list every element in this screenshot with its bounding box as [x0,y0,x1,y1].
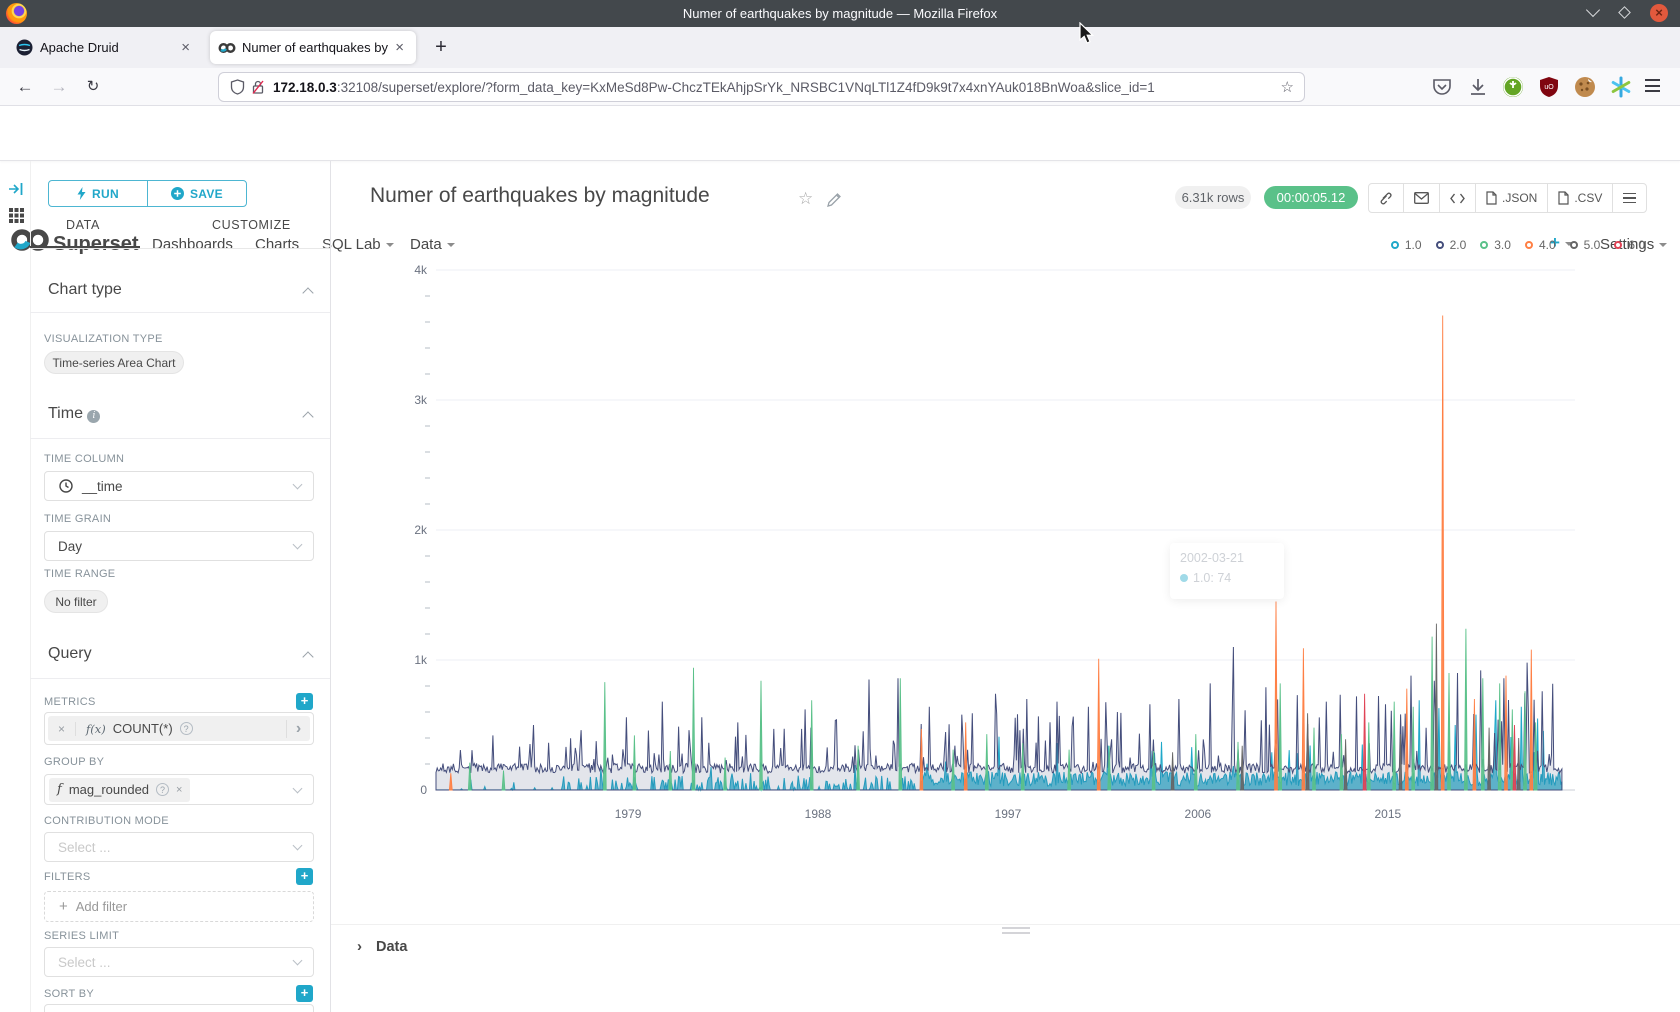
svg-text:2006: 2006 [1185,807,1212,821]
section-divider [30,438,330,439]
tab-apache-druid[interactable]: Apache Druid × [8,31,202,64]
chevron-down-icon [293,956,303,966]
svg-text:3k: 3k [414,393,428,407]
resize-handle[interactable] [1002,927,1030,937]
tabs-divider [30,248,330,249]
back-icon[interactable]: ← [10,68,40,106]
tab-customize[interactable]: CUSTOMIZE [212,218,291,232]
section-chart-type: Chart type [48,281,122,299]
chevron-down-icon [293,841,303,851]
help-icon: ? [156,783,169,796]
time-range-label: TIME RANGE [44,568,115,580]
lock-disabled-icon[interactable] [251,79,265,95]
metrics-label: METRICS [44,696,96,708]
tab-close-icon[interactable]: × [177,39,194,56]
data-panel-label[interactable]: Data [376,939,407,955]
south-pane [331,924,1680,1012]
metric-item[interactable]: × f(x) COUNT(*) ? › [44,712,314,745]
forward-icon[interactable]: → [44,68,74,106]
svg-text:2015: 2015 [1374,807,1401,821]
section-query: Query [48,645,92,663]
contribution-mode-label: CONTRIBUTION MODE [44,815,169,827]
remove-metric-icon[interactable]: × [48,722,76,736]
series-limit-label: SERIES LIMIT [44,930,119,942]
series-limit-select[interactable]: Select ... [44,947,314,977]
sort-by-label: SORT BY [44,988,94,1000]
fx-icon: f(x) [86,722,106,736]
icon-strip-divider [30,161,31,1012]
reload-icon[interactable]: ↻ [78,68,108,106]
clock-icon [59,479,73,493]
run-button[interactable]: RUN [49,181,148,206]
series-dot-icon [1180,574,1188,582]
url-host: 172.18.0.3 [273,80,337,95]
chevron-up-icon[interactable] [302,287,313,298]
svg-text:1979: 1979 [615,807,642,821]
group-by-pill[interactable]: f mag_rounded ? × [49,778,190,802]
metric-name: COUNT(*) [113,721,173,736]
chevron-down-icon [293,480,303,490]
collapse-panel-icon[interactable] [8,182,24,196]
column-icon: f [57,782,62,797]
tooltip-date: 2002-03-21 [1180,551,1274,565]
run-save-group: RUN SAVE [48,180,247,207]
shield-icon[interactable] [230,79,245,95]
group-by-select[interactable]: f mag_rounded ? × [44,774,314,805]
svg-text:1k: 1k [414,653,428,667]
help-icon: ? [180,722,193,735]
expand-metric-icon[interactable]: › [286,720,310,738]
save-button[interactable]: SAVE [148,181,246,206]
contribution-mode-select[interactable]: Select ... [44,832,314,862]
svg-text:1997: 1997 [995,807,1022,821]
chevron-down-icon [293,540,303,550]
plus-circle-icon [171,187,184,200]
section-divider [30,312,330,313]
svg-text:1988: 1988 [805,807,832,821]
add-filter-box[interactable]: + Add filter [44,891,314,922]
chevron-up-icon[interactable] [302,411,313,422]
svg-text:2k: 2k [414,523,428,537]
remove-groupby-icon[interactable]: × [176,784,182,796]
nav-item-charts[interactable]: Charts [255,236,299,253]
superset-favicon [218,42,236,54]
svg-text:0: 0 [420,783,427,797]
plus-icon: + [59,898,68,915]
group-by-label: GROUP BY [44,756,104,768]
mouse-cursor [1078,22,1096,46]
tooltip-value: 1.0: 74 [1193,571,1231,585]
tab-label: Apache Druid [40,40,119,55]
timeseries-area-chart[interactable]: 0 1k 2k 3k 4k 1979 1988 1997 2006 2015 [330,0,1680,1012]
expand-caret-icon[interactable]: › [357,938,362,955]
tab-data[interactable]: DATA [66,218,100,232]
add-metric-button[interactable]: + [296,693,313,710]
druid-favicon [16,39,33,56]
add-sort-by-button[interactable]: + [296,985,313,1002]
visualization-type-label: VISUALIZATION TYPE [44,333,163,345]
dataset-grid-icon[interactable] [9,208,24,223]
time-grain-label: TIME GRAIN [44,513,111,525]
chevron-up-icon[interactable] [302,651,313,662]
time-range-pill[interactable]: No filter [44,590,108,613]
lightning-icon [77,187,86,200]
sort-by-select[interactable] [44,1004,314,1012]
chart-tooltip: 2002-03-21 1.0: 74 [1170,543,1284,599]
viz-type-pill[interactable]: Time-series Area Chart [44,351,184,374]
section-time: Time i [48,405,100,423]
brand-name: Superset [53,233,139,256]
nav-item-dashboards[interactable]: Dashboards [152,236,233,253]
add-filter-plus-button[interactable]: + [296,868,313,885]
time-grain-select[interactable]: Day [44,531,314,561]
info-icon: i [87,410,100,423]
svg-text:4k: 4k [414,263,428,277]
application-window: Numer of earthquakes by magnitude — Mozi… [0,0,1680,1012]
time-column-select[interactable]: __time [44,471,314,501]
filters-label: FILTERS [44,871,91,883]
time-column-label: TIME COLUMN [44,453,124,465]
chevron-down-icon [293,783,303,793]
section-divider [30,678,330,679]
